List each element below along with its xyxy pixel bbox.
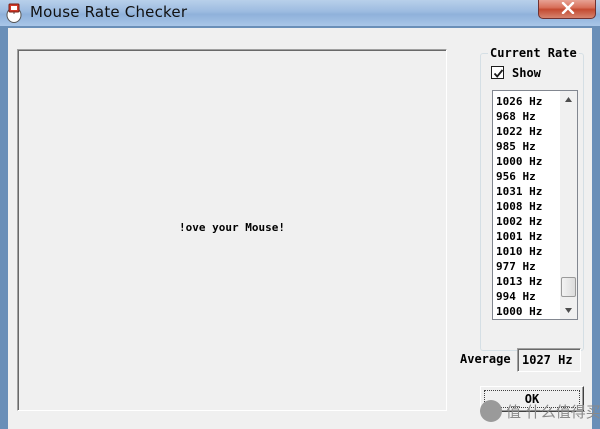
rate-list-item[interactable]: 956 Hz (496, 169, 542, 184)
rate-list-item[interactable]: 1000 Hz (496, 304, 542, 319)
scroll-down-arrow-icon (565, 308, 572, 313)
app-window: Mouse Rate Checker !ove your Mouse! Curr… (0, 0, 600, 429)
window-title: Mouse Rate Checker (30, 3, 188, 21)
scroll-thumb[interactable] (561, 277, 576, 297)
rate-list-item[interactable]: 968 Hz (496, 109, 542, 124)
rate-list-item[interactable]: 977 Hz (496, 259, 542, 274)
rate-list: 1026 Hz 968 Hz 1022 Hz 985 Hz 1000 Hz 956 Hz 1… (496, 94, 542, 319)
mouse-test-area[interactable]: !ove your Mouse! (17, 49, 447, 411)
show-label: Show (512, 66, 541, 80)
average-label: Average (460, 352, 511, 366)
rate-list-item[interactable]: 1013 Hz (496, 274, 542, 289)
rate-list-item[interactable]: 985 Hz (496, 139, 542, 154)
checkmark-icon (493, 69, 504, 78)
rate-list-item[interactable]: 994 Hz (496, 289, 542, 304)
scroll-up-arrow-icon (565, 97, 572, 102)
close-icon (561, 2, 575, 14)
title-bar[interactable]: Mouse Rate Checker (0, 0, 600, 26)
dialog-client-area: !ove your Mouse! Current Rate Show 1026 … (8, 28, 592, 429)
rate-list-item[interactable]: 1010 Hz (496, 244, 542, 259)
rate-list-item[interactable]: 1001 Hz (496, 229, 542, 244)
show-checkbox[interactable] (491, 66, 504, 79)
scroll-down-button[interactable] (560, 302, 577, 319)
current-rate-label: Current Rate (488, 46, 579, 60)
rate-listbox[interactable]: 1026 Hz 968 Hz 1022 Hz 985 Hz 1000 Hz 956 Hz 1… (492, 90, 578, 320)
listbox-scrollbar[interactable] (560, 91, 577, 319)
rate-list-item[interactable]: 1022 Hz (496, 124, 542, 139)
mouse-checker-icon[interactable] (5, 3, 23, 23)
watermark-text: 值 什么值得买 (506, 403, 600, 421)
scroll-up-button[interactable] (560, 91, 577, 108)
watermark: 值 什么值得买 (480, 398, 600, 426)
watermark-logo-icon (480, 400, 502, 422)
average-value: 1027 Hz (522, 353, 573, 367)
rate-list-item[interactable]: 1026 Hz (496, 94, 542, 109)
rate-list-item[interactable]: 1008 Hz (496, 199, 542, 214)
average-field: 1027 Hz (517, 348, 581, 372)
canvas-message: !ove your Mouse! (179, 221, 285, 234)
rate-list-item[interactable]: 1031 Hz (496, 184, 542, 199)
close-button[interactable] (538, 0, 596, 19)
rate-list-item[interactable]: 1000 Hz (496, 154, 542, 169)
rate-list-item[interactable]: 1002 Hz (496, 214, 542, 229)
